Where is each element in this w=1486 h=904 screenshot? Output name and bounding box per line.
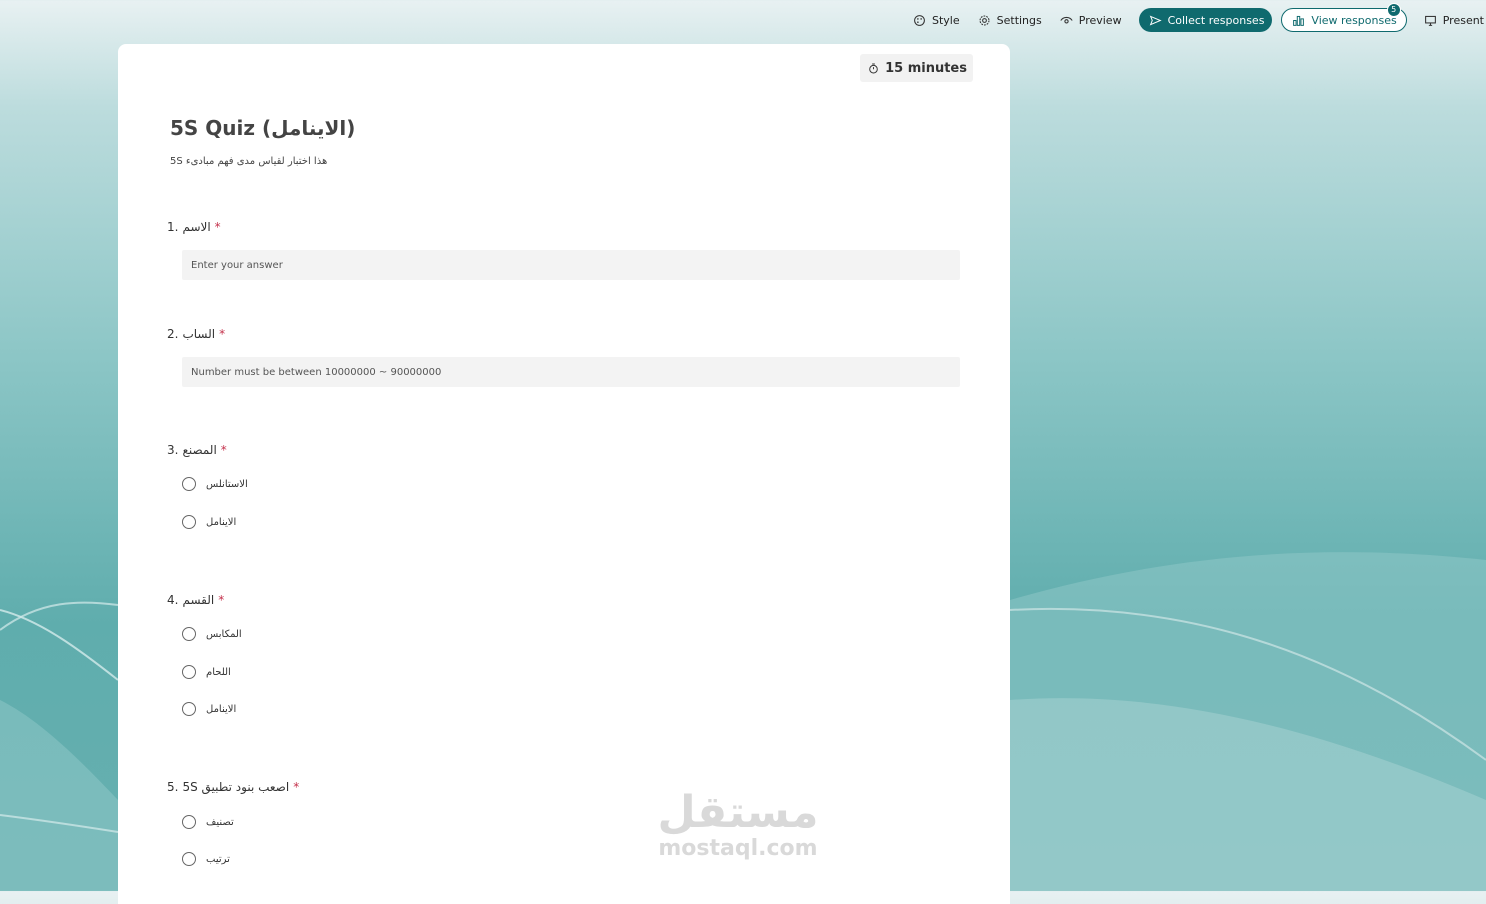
question-number: 3. [167, 443, 179, 457]
view-responses-button[interactable]: View responses 5 [1281, 3, 1407, 32]
watermark-latin: mostaql.com [658, 836, 818, 861]
radio-button[interactable] [182, 852, 196, 866]
question-text: الاسم [182, 220, 211, 234]
radio-option[interactable]: الاينامل [182, 515, 236, 529]
question-number: 2. [167, 327, 179, 341]
watermark: مستقل mostaql.com [638, 789, 838, 861]
radio-button[interactable] [182, 515, 196, 529]
question-5-title: 5. اصعب بنود تطبيق 5S * [167, 780, 299, 794]
radio-option[interactable]: الاينامل [182, 702, 236, 716]
radio-option[interactable]: اللحام [182, 665, 231, 679]
radio-button[interactable] [182, 477, 196, 491]
radio-option[interactable]: تصنيف [182, 815, 234, 829]
option-label: اللحام [206, 666, 231, 678]
radio-button[interactable] [182, 665, 196, 679]
radio-option[interactable]: الاستانلس [182, 477, 248, 491]
question-3-title: 3. المصنع * [167, 443, 227, 457]
question-text: القسم [182, 593, 215, 607]
question-number: 1. [167, 220, 179, 234]
required-marker: * [220, 443, 227, 457]
monitor-icon [1424, 15, 1436, 26]
question-number: 4. [167, 593, 179, 607]
radio-button[interactable] [182, 702, 196, 716]
bar-chart-icon [1293, 15, 1305, 26]
settings-label: Settings [996, 13, 1042, 27]
present-label: Present [1442, 13, 1484, 27]
responses-count-badge: 5 [1386, 3, 1401, 17]
name-answer-placeholder: Enter your answer [191, 259, 283, 271]
option-label: الاينامل [206, 516, 237, 528]
radio-option[interactable]: ترتيب [182, 852, 230, 866]
form-description: هذا اختبار لقياس مدى فهم مبادىء 5S [170, 156, 328, 167]
preview-label: Preview [1078, 13, 1122, 27]
form-title: 5S Quiz (الاينامل) [170, 116, 356, 140]
option-label: الاستانلس [206, 478, 248, 490]
sap-number-placeholder: Number must be between 10000000 ~ 900000… [191, 366, 442, 378]
gear-icon [979, 15, 990, 25]
send-icon [1149, 15, 1162, 25]
palette-icon [914, 14, 925, 26]
required-marker: * [214, 220, 221, 234]
collect-responses-label: Collect responses [1167, 13, 1265, 27]
timer-badge: 15 minutes [860, 54, 973, 82]
watermark-arabic: مستقل [657, 787, 819, 838]
required-marker: * [293, 780, 300, 794]
form-card: 15 minutes 5S Quiz (الاينامل) هذا اختبار… [118, 44, 1010, 904]
settings-button[interactable]: Settings [969, 8, 1051, 32]
option-label: ترتيب [206, 853, 230, 865]
option-label: تصنيف [206, 816, 234, 828]
question-number: 5. [167, 780, 179, 794]
radio-button[interactable] [182, 627, 196, 641]
name-answer-input[interactable]: Enter your answer [182, 250, 960, 280]
view-responses-label: View responses [1311, 13, 1397, 27]
style-label: Style [931, 13, 960, 27]
radio-button[interactable] [182, 815, 196, 829]
style-button[interactable]: Style [904, 8, 969, 32]
option-label: المكابس [206, 628, 242, 640]
preview-button[interactable]: Preview [1051, 8, 1131, 32]
required-marker: * [218, 593, 225, 607]
question-text: المصنع [182, 443, 217, 457]
question-1-title: 1. الاسم * [167, 220, 221, 234]
collect-responses-button[interactable]: Collect responses [1138, 8, 1273, 32]
present-button[interactable]: Present [1415, 8, 1486, 32]
eye-icon [1060, 16, 1073, 23]
sap-number-input[interactable]: Number must be between 10000000 ~ 900000… [182, 357, 960, 387]
option-label: الاينامل [206, 703, 237, 715]
radio-option[interactable]: المكابس [182, 627, 242, 641]
timer-label: 15 minutes [885, 60, 967, 76]
question-4-title: 4. القسم * [167, 593, 224, 607]
stopwatch-icon [869, 63, 878, 73]
required-marker: * [219, 327, 226, 341]
question-text: الساب [182, 327, 216, 341]
question-text: اصعب بنود تطبيق 5S [182, 780, 290, 794]
question-2-title: 2. الساب * [167, 327, 225, 341]
top-toolbar: Style Settings Preview Collect responses… [904, 3, 1486, 32]
